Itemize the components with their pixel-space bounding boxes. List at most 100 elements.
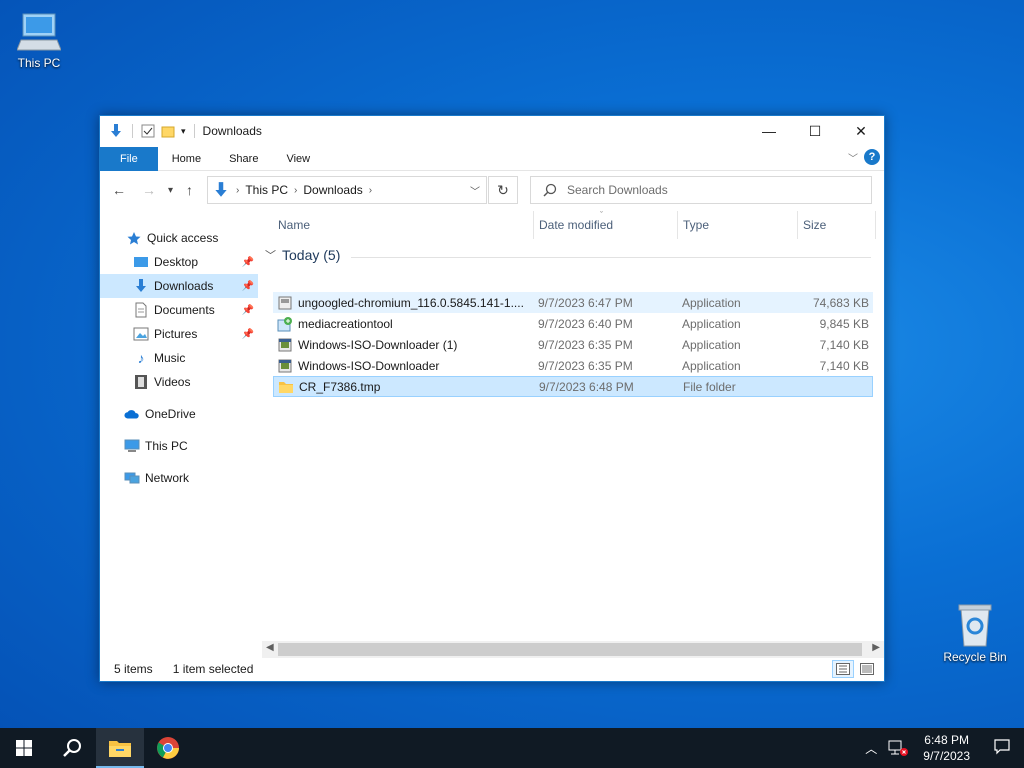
- nav-item-label: Videos: [154, 375, 191, 389]
- breadcrumb-downloads[interactable]: Downloads: [303, 183, 362, 197]
- toolbar-separator: [193, 124, 195, 138]
- explorer-window: ▾ Downloads — ☐ ✕ File Home Share View ﹀…: [99, 115, 885, 682]
- search-button[interactable]: [48, 728, 96, 768]
- scrollbar-thumb[interactable]: [278, 643, 862, 656]
- clock[interactable]: 6:48 PM 9/7/2023: [913, 732, 980, 764]
- group-header-today[interactable]: ﹀ Today (5): [265, 247, 340, 263]
- recent-locations-chevron-icon[interactable]: ▾: [168, 185, 173, 196]
- column-header-date[interactable]: Date modified: [534, 211, 678, 239]
- file-name: CR_F7386.tmp: [299, 379, 381, 394]
- navigation-pane: Quick access Desktop 📌 Downloads 📌 Docum…: [100, 226, 258, 490]
- customize-toolbar-chevron-icon[interactable]: ▾: [181, 126, 186, 137]
- music-note-icon: ♪: [137, 350, 145, 366]
- column-header-size[interactable]: Size: [798, 211, 876, 239]
- notifications-button[interactable]: [980, 738, 1024, 758]
- show-hidden-icons-chevron-icon[interactable]: ︿: [859, 740, 883, 757]
- nav-item-downloads[interactable]: Downloads 📌: [100, 274, 258, 298]
- scroll-right-icon[interactable]: ▶: [872, 642, 880, 653]
- back-button[interactable]: ←: [112, 182, 126, 198]
- title-bar[interactable]: ▾ Downloads — ☐ ✕: [100, 116, 884, 146]
- start-button[interactable]: [0, 728, 48, 768]
- desktop-icon-recycle-bin[interactable]: Recycle Bin: [940, 602, 1010, 664]
- taskbar: ︿ 6:48 PM 9/7/2023: [0, 728, 1024, 768]
- minimize-button[interactable]: —: [746, 116, 792, 146]
- pin-icon[interactable]: 📌: [242, 305, 254, 316]
- nav-item-label: Documents: [154, 303, 215, 317]
- file-row[interactable]: Windows-ISO-Downloader 9/7/2023 6:35 PM Ap…: [273, 355, 873, 376]
- breadcrumb-chevron-icon[interactable]: ›: [294, 185, 297, 196]
- file-size: 9,845 KB: [819, 316, 869, 331]
- up-button[interactable]: ↑: [186, 182, 193, 198]
- network-disconnected-icon[interactable]: [887, 739, 909, 757]
- system-tray: ︿ 6:48 PM 9/7/2023: [859, 728, 1024, 768]
- help-icon[interactable]: ?: [864, 149, 880, 165]
- installer-icon: [277, 295, 293, 311]
- tab-home[interactable]: Home: [158, 147, 215, 171]
- close-button[interactable]: ✕: [838, 116, 884, 146]
- large-icons-view-button[interactable]: [856, 660, 878, 678]
- details-view-button[interactable]: [832, 660, 854, 678]
- file-row[interactable]: Windows-ISO-Downloader (1) 9/7/2023 6:35 …: [273, 334, 873, 355]
- pin-icon[interactable]: 📌: [242, 329, 254, 340]
- file-row[interactable]: CR_F7386.tmp 9/7/2023 6:48 PM File folder: [273, 376, 873, 397]
- ribbon-tabs: File Home Share View ﹀ ?: [100, 146, 884, 171]
- pin-icon[interactable]: 📌: [242, 257, 254, 268]
- nav-item-network[interactable]: Network: [100, 466, 258, 490]
- tab-view[interactable]: View: [272, 147, 324, 171]
- expand-ribbon-chevron-icon[interactable]: ﹀: [848, 150, 858, 165]
- file-size: 7,140 KB: [819, 337, 869, 352]
- file-name: Windows-ISO-Downloader: [298, 358, 440, 373]
- nav-item-documents[interactable]: Documents 📌: [100, 298, 258, 322]
- horizontal-scrollbar[interactable]: ◀ ▶: [262, 641, 884, 658]
- file-row[interactable]: mediacreationtool 9/7/2023 6:40 PM Applica…: [273, 313, 873, 334]
- download-arrow-icon: [133, 278, 149, 294]
- tab-share[interactable]: Share: [215, 147, 272, 171]
- nav-item-desktop[interactable]: Desktop 📌: [100, 250, 258, 274]
- nav-item-quick-access[interactable]: Quick access: [100, 226, 258, 250]
- star-icon: [126, 230, 142, 246]
- address-dropdown-chevron-icon[interactable]: ﹀: [470, 183, 480, 198]
- nav-item-onedrive[interactable]: OneDrive: [100, 402, 258, 426]
- scroll-left-icon[interactable]: ◀: [266, 642, 274, 653]
- desktop-icon-this-pc[interactable]: This PC: [4, 10, 74, 70]
- breadcrumb-chevron-icon[interactable]: ›: [369, 185, 372, 196]
- folder-icon: [278, 379, 294, 395]
- breadcrumb-this-pc[interactable]: This PC: [245, 183, 288, 197]
- nav-item-pictures[interactable]: Pictures 📌: [100, 322, 258, 346]
- tab-file[interactable]: File: [100, 146, 158, 171]
- pin-icon[interactable]: 📌: [242, 281, 254, 292]
- network-icon: [124, 470, 140, 486]
- group-collapse-chevron-icon[interactable]: ﹀: [265, 247, 276, 263]
- refresh-button[interactable]: ↻: [488, 176, 518, 204]
- recycle-bin-icon: [958, 604, 992, 647]
- maximize-button[interactable]: ☐: [792, 116, 838, 146]
- file-date: 9/7/2023 6:35 PM: [538, 337, 633, 352]
- app-exe-icon: [277, 337, 293, 353]
- window-title: Downloads: [202, 124, 262, 138]
- column-header-type[interactable]: Type: [678, 211, 798, 239]
- forward-button[interactable]: →: [142, 182, 156, 198]
- file-date: 9/7/2023 6:35 PM: [538, 358, 633, 373]
- nav-item-videos[interactable]: Videos: [100, 370, 258, 394]
- properties-icon[interactable]: [141, 124, 155, 138]
- address-bar[interactable]: › This PC › Downloads › ﹀: [207, 176, 487, 204]
- file-row[interactable]: ungoogled-chromium_116.0.5845.141-1.... 9…: [273, 292, 873, 313]
- file-size: 74,683 KB: [812, 295, 869, 310]
- new-folder-icon[interactable]: [161, 124, 175, 138]
- file-name: ungoogled-chromium_116.0.5845.141-1....: [298, 295, 524, 310]
- breadcrumb-chevron-icon[interactable]: ›: [236, 185, 239, 196]
- nav-item-label: This PC: [145, 439, 188, 453]
- file-name: mediacreationtool: [298, 316, 393, 331]
- taskbar-file-explorer[interactable]: [96, 728, 144, 768]
- file-name-cell: mediacreationtool: [277, 316, 527, 332]
- group-label: Today (5): [282, 247, 341, 263]
- file-name-cell: Windows-ISO-Downloader (1): [277, 337, 527, 353]
- nav-item-this-pc[interactable]: This PC: [100, 434, 258, 458]
- search-box[interactable]: [530, 176, 872, 204]
- search-input[interactable]: [567, 183, 847, 197]
- column-header-name[interactable]: Name: [273, 211, 534, 239]
- file-name-cell: Windows-ISO-Downloader: [277, 358, 527, 374]
- taskbar-chrome[interactable]: [144, 728, 192, 768]
- nav-item-music[interactable]: ♪ Music: [100, 346, 258, 370]
- item-count: 5 items: [114, 662, 153, 676]
